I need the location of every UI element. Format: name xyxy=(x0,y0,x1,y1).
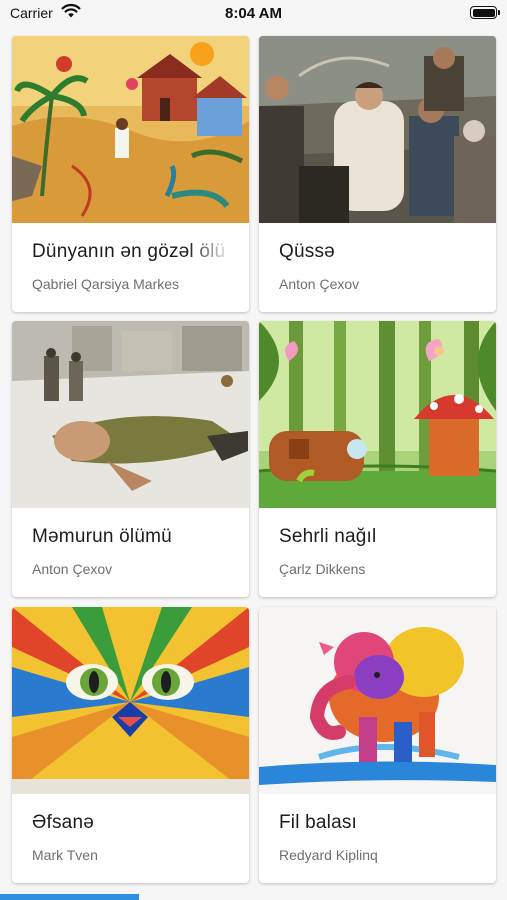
book-author: Redyard Kiplinq xyxy=(279,847,378,863)
book-title: Qüssə xyxy=(279,241,335,262)
book-title: Əfsanə xyxy=(32,812,94,833)
book-card[interactable]: Qüssə Anton Çexov xyxy=(259,36,496,312)
book-author: Anton Çexov xyxy=(32,561,113,577)
book-cover-image xyxy=(259,321,496,508)
book-card[interactable]: Dünyanın ən gözəl ölü Qabriel Qarsiya Ma… xyxy=(12,36,249,312)
book-title: Məmurun ölümü xyxy=(32,526,172,547)
book-cover-image xyxy=(12,607,249,794)
book-author: Çarlz Dikkens xyxy=(279,561,366,577)
book-author: Mark Tven xyxy=(32,847,98,863)
book-cover-image xyxy=(259,607,496,794)
book-author: Anton Çexov xyxy=(279,276,360,292)
book-author: Qabriel Qarsiya Markes xyxy=(32,276,180,292)
battery-icon xyxy=(470,6,500,19)
book-card[interactable]: Sehrli nağıl Çarlz Dikkens xyxy=(259,321,496,597)
book-card[interactable]: Fil balası Redyard Kiplinq xyxy=(259,607,496,883)
scroll-indicator xyxy=(0,894,139,900)
book-title: Fil balası xyxy=(279,812,358,833)
book-cover-image xyxy=(12,321,249,508)
book-title: Sehrli nağıl xyxy=(279,526,377,547)
status-bar: Carrier 8:04 AM xyxy=(0,0,507,28)
book-cover-image xyxy=(12,36,249,223)
book-card[interactable]: Əfsanə Mark Tven xyxy=(12,607,249,883)
book-cover-image xyxy=(259,36,496,223)
clock: 8:04 AM xyxy=(225,5,282,22)
book-title: Dünyanın ən gözəl ölü xyxy=(32,241,226,262)
book-card[interactable]: Məmurun ölümü Anton Çexov xyxy=(12,321,249,597)
